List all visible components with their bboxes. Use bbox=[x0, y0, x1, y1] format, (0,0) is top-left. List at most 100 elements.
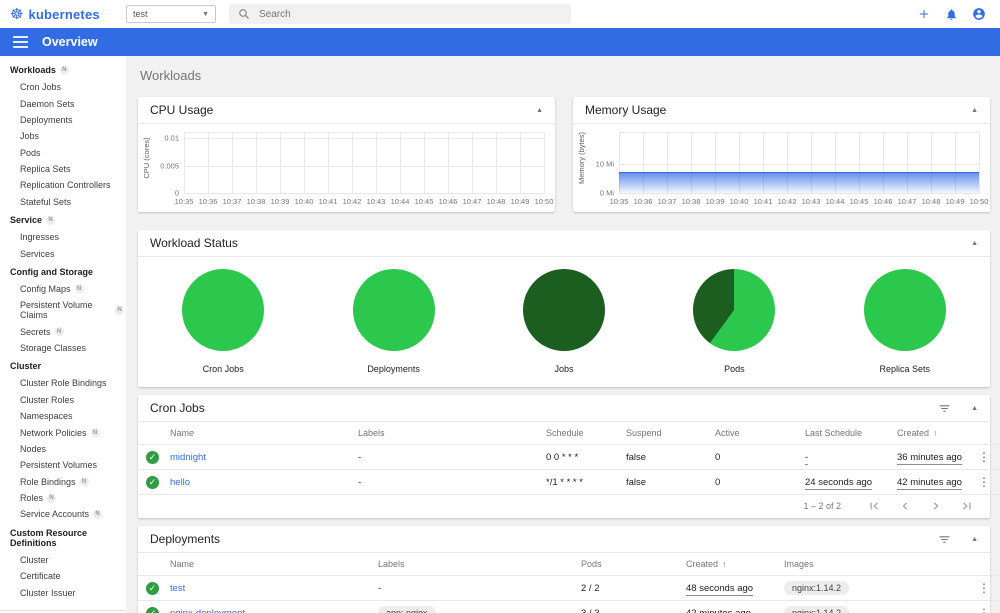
cron-jobs-table-container: Name Labels Schedule Suspend Active Last Sche… bbox=[138, 422, 1000, 495]
table-header-row: Name Labels Pods Created ↑ Images bbox=[138, 553, 1000, 576]
sidebar-item-cluster-roles[interactable]: Cluster Roles bbox=[0, 392, 126, 408]
collapse-icon[interactable]: ▲ bbox=[971, 240, 978, 247]
sidebar-item-replica-sets[interactable]: Replica Sets bbox=[0, 161, 126, 177]
sidebar-item-jobs[interactable]: Jobs bbox=[0, 128, 126, 144]
collapse-icon[interactable]: ▲ bbox=[536, 107, 543, 114]
cell-schedule: */1 * * * * bbox=[538, 469, 618, 495]
resource-link[interactable]: hello bbox=[170, 477, 190, 488]
column-header-active[interactable]: Active bbox=[707, 422, 797, 445]
column-header-schedule[interactable]: Schedule bbox=[538, 422, 618, 445]
sidebar-item-roles[interactable]: Roles N bbox=[0, 490, 126, 506]
notifications-bell-icon[interactable] bbox=[945, 8, 958, 21]
user-account-icon[interactable] bbox=[972, 7, 986, 21]
filter-icon[interactable] bbox=[938, 402, 951, 415]
y-tick-label: 0 Mi bbox=[599, 188, 614, 198]
sidebar-item-replication-controllers[interactable]: Replication Controllers bbox=[0, 177, 126, 193]
row-menu-icon[interactable]: ⋮ bbox=[973, 450, 995, 464]
cell-last_schedule: - bbox=[797, 444, 889, 470]
search-bar[interactable] bbox=[229, 4, 571, 24]
x-tick-label: 10:47 bbox=[897, 197, 917, 206]
column-header-labels[interactable]: Labels bbox=[370, 553, 573, 576]
column-header-last-schedule[interactable]: Last Schedule bbox=[797, 422, 889, 445]
namespace-selector[interactable]: test ▼ bbox=[126, 5, 216, 23]
row-menu-icon[interactable]: ⋮ bbox=[973, 581, 995, 595]
sidebar-item-network-policies[interactable]: Network Policies N bbox=[0, 424, 126, 440]
x-tick-label: 10:46 bbox=[873, 197, 893, 206]
sidebar-item-cluster-issuer[interactable]: Cluster Issuer bbox=[0, 584, 126, 600]
sidebar-item-secrets[interactable]: Secrets N bbox=[0, 324, 126, 340]
sidebar-item-nodes[interactable]: Nodes bbox=[0, 441, 126, 457]
sidebar-item-role-bindings[interactable]: Role Bindings N bbox=[0, 474, 126, 490]
resource-link[interactable]: test bbox=[170, 583, 185, 594]
sidebar-item-ingresses[interactable]: Ingresses bbox=[0, 229, 126, 245]
sidebar-group-custom-resource-definitions[interactable]: Custom Resource Definitions bbox=[0, 523, 126, 552]
cell-name: hello bbox=[162, 469, 350, 495]
sidebar-item-stateful-sets[interactable]: Stateful Sets bbox=[0, 194, 126, 210]
sidebar-item-storage-classes[interactable]: Storage Classes bbox=[0, 340, 126, 356]
sidebar-item-label: Storage Classes bbox=[20, 343, 87, 354]
row-menu-icon[interactable]: ⋮ bbox=[973, 475, 995, 489]
column-header-label: Name bbox=[170, 428, 195, 438]
x-tick-label: 10:48 bbox=[921, 197, 941, 206]
sidebar-item-deployments[interactable]: Deployments bbox=[0, 112, 126, 128]
column-header-name[interactable]: Name bbox=[162, 553, 370, 576]
sidebar-group-cluster[interactable]: Cluster bbox=[0, 356, 126, 375]
sidebar-item-pods[interactable]: Pods bbox=[0, 145, 126, 161]
sidebar-item-certificate[interactable]: Certificate bbox=[0, 568, 126, 584]
x-tick-label: 10:49 bbox=[510, 197, 530, 206]
brand[interactable]: ☸ kubernetes bbox=[0, 7, 126, 22]
resource-link[interactable]: nginx-deployment bbox=[170, 608, 245, 613]
resource-link[interactable]: midnight bbox=[170, 452, 206, 463]
column-header-name[interactable]: Name bbox=[162, 422, 350, 445]
sidebar-group-workloads[interactable]: Workloads N bbox=[0, 60, 126, 79]
row-menu-icon[interactable]: ⋮ bbox=[973, 606, 995, 613]
sidebar-item-persistent-volumes[interactable]: Persistent Volumes bbox=[0, 457, 126, 473]
cell-menu: ⋮ bbox=[965, 469, 1000, 495]
sidebar-item-label: Network Policies bbox=[20, 427, 87, 438]
add-icon[interactable] bbox=[917, 7, 931, 21]
y-tick-label: 0.005 bbox=[160, 161, 179, 171]
x-tick-label: 10:42 bbox=[777, 197, 797, 206]
next-page-icon[interactable] bbox=[929, 499, 943, 513]
first-page-icon[interactable] bbox=[867, 499, 881, 513]
namespaced-badge-icon: N bbox=[93, 509, 103, 519]
sidebar-item-service-accounts[interactable]: Service Accounts N bbox=[0, 506, 126, 522]
cell-pods: 2 / 2 bbox=[573, 575, 678, 601]
sidebar-item-cron-jobs[interactable]: Cron Jobs bbox=[0, 79, 126, 95]
menu-hamburger-icon[interactable] bbox=[13, 36, 28, 48]
sidebar-group-service[interactable]: Service N bbox=[0, 210, 126, 229]
filter-icon[interactable] bbox=[938, 533, 951, 546]
column-header-label: Name bbox=[170, 559, 195, 569]
last-page-icon[interactable] bbox=[960, 499, 974, 513]
sidebar-item-config-maps[interactable]: Config Maps N bbox=[0, 281, 126, 297]
pie-chart bbox=[522, 269, 605, 351]
column-header-created[interactable]: Created ↑ bbox=[678, 553, 776, 576]
column-header-labels[interactable]: Labels bbox=[350, 422, 538, 445]
column-header-created[interactable]: Created ↑ bbox=[889, 422, 965, 445]
collapse-icon[interactable]: ▲ bbox=[971, 536, 978, 543]
sidebar-item-cluster-role-bindings[interactable]: Cluster Role Bindings bbox=[0, 375, 126, 391]
main-area: Workloads CPU Usage ▲ CPU (cores) 10:35 1… bbox=[126, 56, 1000, 613]
x-tick-label: 10:36 bbox=[633, 197, 653, 206]
cron-jobs-header: Cron Jobs ▲ bbox=[138, 395, 990, 422]
column-header-images[interactable]: Images bbox=[776, 553, 965, 576]
x-tick-label: 10:35 bbox=[174, 197, 194, 206]
sidebar-item-label: Persistent Volumes bbox=[20, 460, 98, 471]
chart-vertical-gridline bbox=[304, 133, 305, 193]
collapse-icon[interactable]: ▲ bbox=[971, 107, 978, 114]
sidebar-item-daemon-sets[interactable]: Daemon Sets bbox=[0, 95, 126, 111]
column-header-label: Created bbox=[686, 559, 719, 569]
column-header-pods[interactable]: Pods bbox=[573, 553, 678, 576]
column-header-suspend[interactable]: Suspend bbox=[618, 422, 707, 445]
previous-page-icon[interactable] bbox=[898, 499, 912, 513]
collapse-icon[interactable]: ▲ bbox=[971, 405, 978, 412]
status-ok-icon: ✓ bbox=[146, 581, 159, 595]
search-input[interactable] bbox=[259, 8, 562, 20]
sidebar-group-label: Config and Storage bbox=[10, 266, 93, 277]
sidebar-item-persistent-volume-claims[interactable]: Persistent Volume Claims N bbox=[0, 297, 126, 323]
cron-jobs-card: Cron Jobs ▲ Name Labels Schedule Suspend Act… bbox=[138, 395, 1000, 518]
sidebar-item-services[interactable]: Services bbox=[0, 245, 126, 261]
sidebar-item-namespaces[interactable]: Namespaces bbox=[0, 408, 126, 424]
sidebar-group-config-and-storage[interactable]: Config and Storage bbox=[0, 262, 126, 281]
sidebar-item-cluster[interactable]: Cluster bbox=[0, 552, 126, 568]
